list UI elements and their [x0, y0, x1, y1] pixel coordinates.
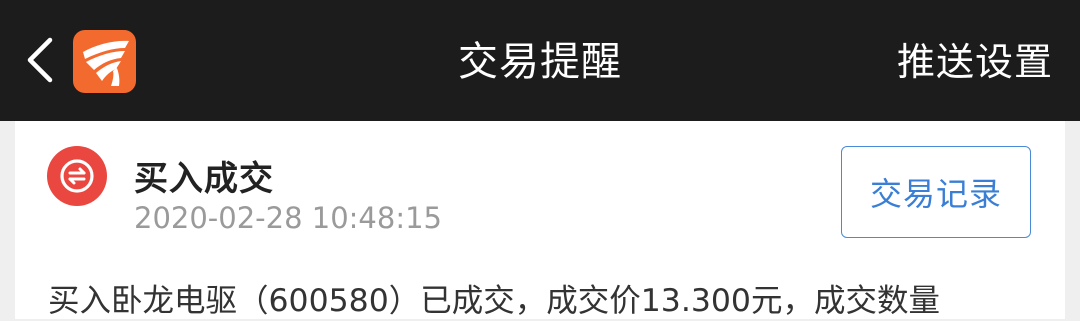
chevron-left-icon — [27, 37, 53, 83]
back-button[interactable] — [22, 36, 58, 84]
trade-records-button[interactable]: 交易记录 — [841, 146, 1031, 238]
trade-type-title: 买入成交 — [134, 159, 274, 199]
top-bar: 交易提醒 推送设置 — [0, 0, 1080, 121]
trade-message-text: 买入卧龙电驱（600580）已成交，成交价13.300元，成交数量 — [48, 283, 940, 319]
app-logo-icon — [73, 30, 136, 93]
trade-timestamp: 2020-02-28 10:48:15 — [134, 201, 442, 235]
push-settings-button[interactable]: 推送设置 — [897, 0, 1053, 121]
trade-notification-card: 买入成交 2020-02-28 10:48:15 交易记录 买入卧龙电驱（600… — [15, 121, 1065, 319]
exchange-icon — [47, 146, 107, 206]
